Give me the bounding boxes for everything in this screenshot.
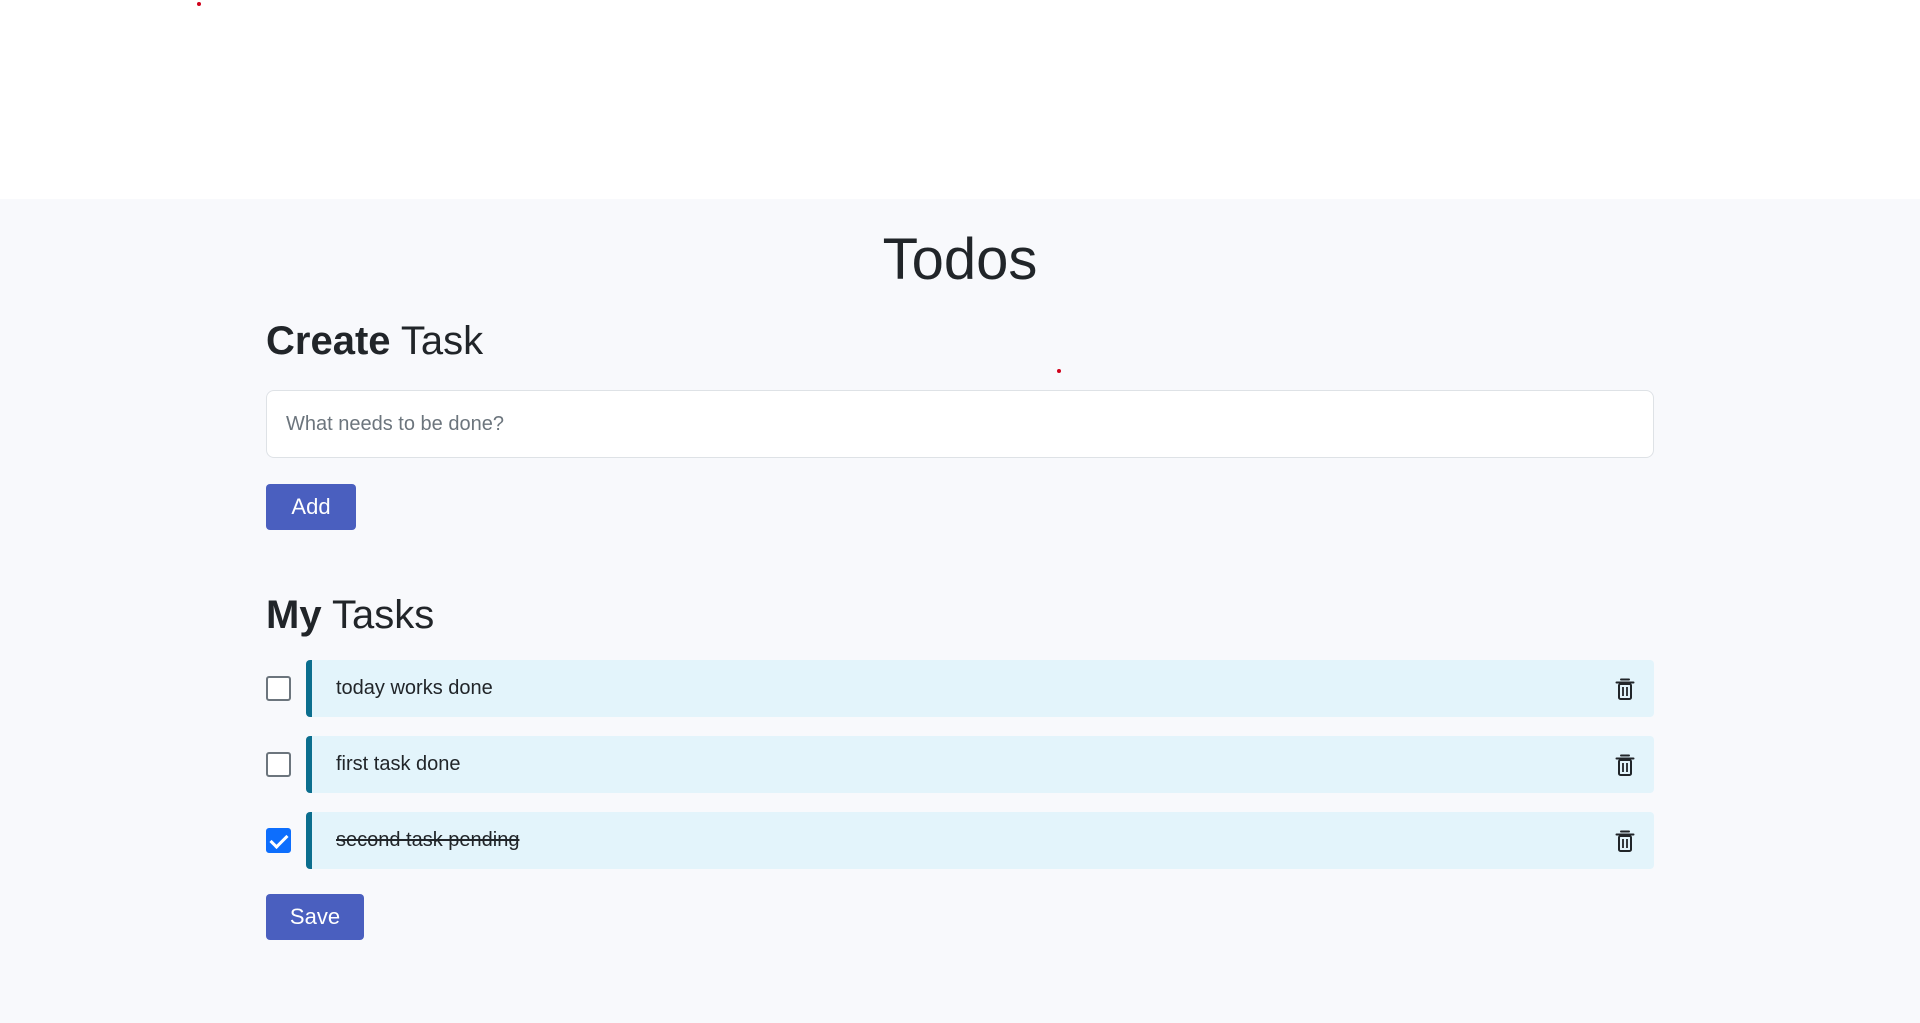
task-checkbox[interactable] <box>266 752 291 777</box>
task-row: second task pending <box>266 812 1654 869</box>
page-title: Todos <box>882 227 1038 292</box>
trash-icon[interactable] <box>1614 753 1636 777</box>
my-tasks-heading-bold: My <box>266 593 322 637</box>
create-task-heading-rest: Task <box>390 319 484 363</box>
create-task-heading-bold: Create <box>266 319 391 363</box>
task-row: first task done <box>266 736 1654 793</box>
todo-app: Todos Create Task Add My Tasks today wor… <box>0 199 1920 1023</box>
task-checkbox[interactable] <box>266 676 291 701</box>
task-text: second task pending <box>336 829 520 851</box>
new-task-input[interactable] <box>266 390 1654 458</box>
task-text: today works done <box>336 677 493 699</box>
task-card: today works done <box>306 660 1654 717</box>
my-tasks-heading: My Tasks <box>266 591 434 639</box>
task-card: first task done <box>306 736 1654 793</box>
my-tasks-heading-rest: Tasks <box>321 593 435 637</box>
task-row: today works done <box>266 660 1654 717</box>
save-button[interactable]: Save <box>266 894 364 940</box>
add-task-button[interactable]: Add <box>266 484 356 530</box>
top-blank-area <box>0 0 1920 199</box>
trash-icon[interactable] <box>1614 677 1636 701</box>
task-card: second task pending <box>306 812 1654 869</box>
red-dot-marker <box>197 2 201 6</box>
trash-icon[interactable] <box>1614 829 1636 853</box>
task-checkbox[interactable] <box>266 828 291 853</box>
create-task-heading: Create Task <box>266 317 483 365</box>
red-dot-marker <box>1057 369 1061 373</box>
task-text: first task done <box>336 753 461 775</box>
